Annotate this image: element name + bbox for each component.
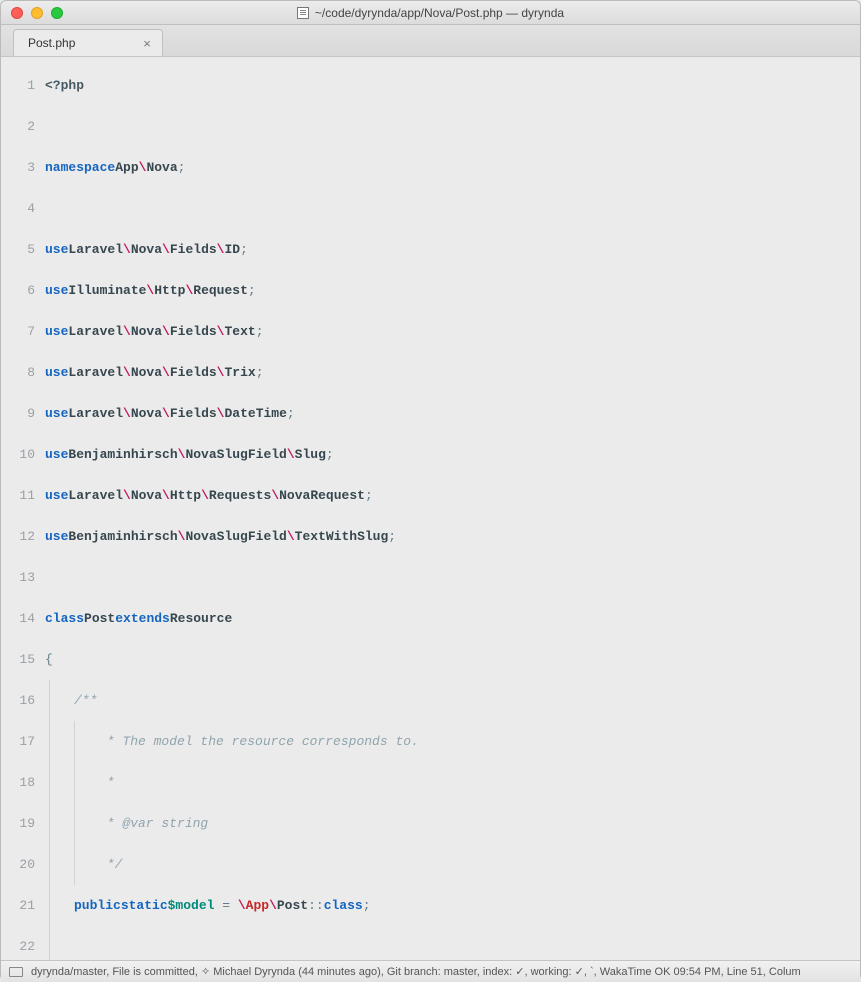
- code-line: <?php: [45, 65, 860, 106]
- code-line: */: [45, 844, 860, 885]
- code-line: use Benjaminhirsch\NovaSlugField\TextWit…: [45, 516, 860, 557]
- code-line: namespace App\Nova;: [45, 147, 860, 188]
- code-line: [45, 106, 860, 147]
- line-number: 20: [1, 844, 45, 885]
- line-number: 19: [1, 803, 45, 844]
- line-number: 2: [1, 106, 45, 147]
- code-line: use Laravel\Nova\Fields\Text;: [45, 311, 860, 352]
- line-number: 15: [1, 639, 45, 680]
- code-line: [45, 188, 860, 229]
- status-text: dyrynda/master, File is committed, ✧ Mic…: [31, 965, 801, 979]
- window-title-text: ~/code/dyrynda/app/Nova/Post.php — dyryn…: [315, 6, 564, 20]
- code-line: use Laravel\Nova\Http\Requests\NovaReque…: [45, 475, 860, 516]
- code-line: use Benjaminhirsch\NovaSlugField\Slug;: [45, 434, 860, 475]
- line-gutter: 1 2 3 4 5 6 7 8 9 10 11 12 13 14 15 16 1…: [1, 57, 45, 960]
- code-line: *: [45, 762, 860, 803]
- code-line: use Laravel\Nova\Fields\Trix;: [45, 352, 860, 393]
- line-number: 11: [1, 475, 45, 516]
- code-line: public static $model = \App\Post::class;: [45, 885, 860, 926]
- line-number: 16: [1, 680, 45, 721]
- line-number: 17: [1, 721, 45, 762]
- code-line: [45, 557, 860, 598]
- code-line: * @var string: [45, 803, 860, 844]
- line-number: 4: [1, 188, 45, 229]
- code-line: [45, 926, 860, 960]
- window-title: ~/code/dyrynda/app/Nova/Post.php — dyryn…: [1, 6, 860, 20]
- line-number: 5: [1, 229, 45, 270]
- tab-bar: Post.php ×: [1, 25, 860, 57]
- close-tab-icon[interactable]: ×: [140, 36, 154, 50]
- code-line: class Post extends Resource: [45, 598, 860, 639]
- code-line: * The model the resource corresponds to.: [45, 721, 860, 762]
- titlebar: ~/code/dyrynda/app/Nova/Post.php — dyryn…: [1, 1, 860, 25]
- editor-area[interactable]: 1 2 3 4 5 6 7 8 9 10 11 12 13 14 15 16 1…: [1, 57, 860, 960]
- code-line: use Illuminate\Http\Request;: [45, 270, 860, 311]
- status-bar: dyrynda/master, File is committed, ✧ Mic…: [1, 960, 860, 982]
- line-number: 18: [1, 762, 45, 803]
- line-number: 3: [1, 147, 45, 188]
- tab-label: Post.php: [28, 36, 75, 50]
- line-number: 6: [1, 270, 45, 311]
- tab-post-php[interactable]: Post.php ×: [13, 29, 163, 56]
- code-content[interactable]: <?php namespace App\Nova; use Laravel\No…: [45, 57, 860, 960]
- line-number: 14: [1, 598, 45, 639]
- line-number: 10: [1, 434, 45, 475]
- line-number: 1: [1, 65, 45, 106]
- line-number: 8: [1, 352, 45, 393]
- line-number: 13: [1, 557, 45, 598]
- panel-icon[interactable]: [9, 967, 23, 977]
- line-number: 21: [1, 885, 45, 926]
- line-number: 12: [1, 516, 45, 557]
- line-number: 7: [1, 311, 45, 352]
- line-number: 22: [1, 926, 45, 960]
- code-line: use Laravel\Nova\Fields\DateTime;: [45, 393, 860, 434]
- code-line: {: [45, 639, 860, 680]
- document-icon: [297, 7, 309, 19]
- code-line: /**: [45, 680, 860, 721]
- code-line: use Laravel\Nova\Fields\ID;: [45, 229, 860, 270]
- line-number: 9: [1, 393, 45, 434]
